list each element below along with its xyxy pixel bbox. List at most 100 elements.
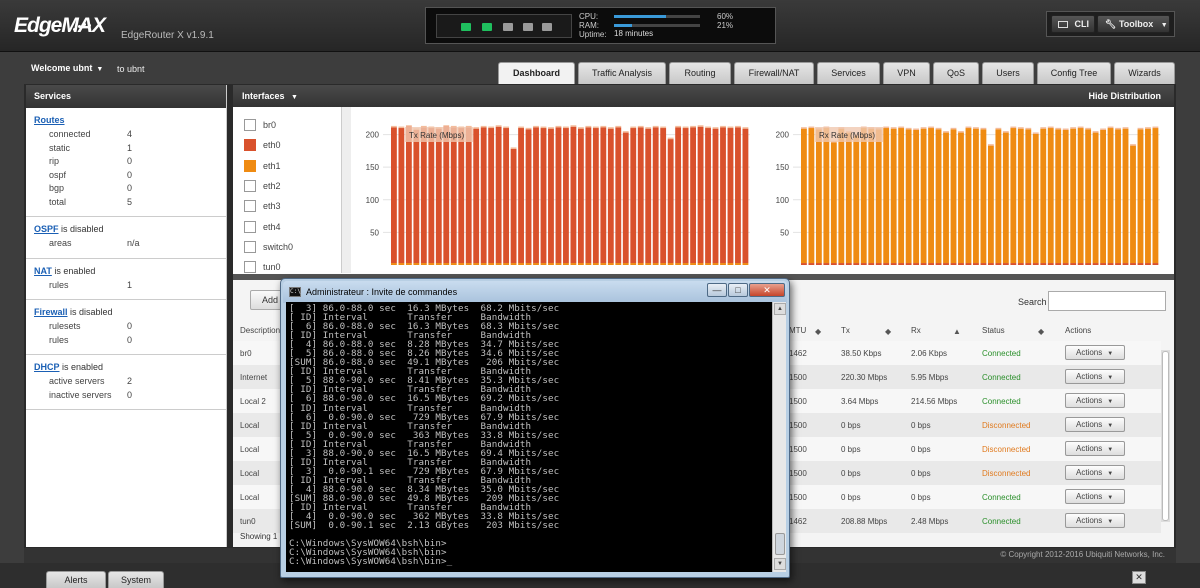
bar-eth1[interactable] [697, 263, 704, 265]
bar-eth0[interactable] [495, 126, 502, 264]
bar-eth0[interactable] [675, 127, 682, 264]
bar-eth0[interactable] [525, 129, 532, 264]
firewall-link[interactable]: Firewall [34, 307, 68, 317]
bar-eth0[interactable] [823, 263, 830, 265]
bar-eth1[interactable] [518, 263, 524, 265]
bar-eth0[interactable] [890, 263, 897, 265]
bar-eth1[interactable] [435, 263, 442, 265]
tab-dashboard[interactable]: Dashboard [498, 62, 575, 84]
bar-eth0[interactable] [727, 128, 734, 264]
bar-eth1[interactable] [1002, 132, 1009, 264]
bar-eth1[interactable] [1092, 132, 1099, 264]
legend-swatch[interactable] [244, 200, 256, 213]
bar-eth0[interactable] [510, 148, 517, 264]
bar-eth1[interactable] [943, 132, 949, 264]
legend-swatch[interactable] [244, 179, 256, 192]
bar-eth0[interactable] [1137, 263, 1144, 265]
maximize-icon[interactable]: □ [728, 283, 748, 297]
bar-eth1[interactable] [667, 263, 674, 265]
bar-eth0[interactable] [705, 128, 711, 264]
bar-eth1[interactable] [1085, 129, 1092, 264]
bar-eth1[interactable] [615, 263, 622, 265]
cmd-scrollbar[interactable]: ▲ ▼ [772, 302, 786, 572]
bar-eth1[interactable] [510, 263, 517, 265]
bar-eth0[interactable] [645, 128, 652, 264]
bar-eth1[interactable] [391, 263, 397, 265]
bar-eth1[interactable] [1100, 130, 1107, 264]
bar-eth0[interactable] [830, 263, 837, 265]
bar-eth1[interactable] [660, 263, 667, 265]
bar-eth0[interactable] [555, 127, 562, 264]
bar-eth0[interactable] [1040, 263, 1047, 265]
tab-routing[interactable]: Routing [669, 62, 731, 84]
bar-eth1[interactable] [742, 263, 749, 265]
bar-eth1[interactable] [1055, 129, 1062, 264]
bar-eth0[interactable] [488, 128, 495, 264]
actions-button[interactable]: Actions ▼ [1065, 489, 1125, 504]
bar-eth1[interactable] [495, 263, 502, 265]
bar-eth1[interactable] [987, 145, 994, 264]
tab-config-tree[interactable]: Config Tree [1037, 62, 1111, 84]
ospf-link[interactable]: OSPF [34, 224, 59, 234]
bar-eth0[interactable] [1032, 263, 1039, 265]
legend-swatch[interactable] [244, 139, 256, 152]
legend-swatch[interactable] [244, 220, 256, 233]
scroll-down-icon[interactable]: ▼ [774, 558, 786, 570]
actions-button[interactable]: Actions ▼ [1065, 369, 1125, 384]
actions-button[interactable]: Actions ▼ [1065, 393, 1125, 408]
welcome-menu[interactable]: Welcome ubnt ▼ [31, 63, 103, 73]
bar-eth0[interactable] [1085, 263, 1092, 265]
bar-eth0[interactable] [965, 263, 972, 265]
nat-link[interactable]: NAT [34, 266, 52, 276]
sort-icon[interactable]: ◆ [1038, 327, 1044, 336]
bar-eth0[interactable] [1122, 263, 1129, 265]
bar-eth0[interactable] [943, 263, 949, 265]
tab-users[interactable]: Users [982, 62, 1034, 84]
bar-eth1[interactable] [1017, 128, 1024, 264]
bar-eth0[interactable] [473, 128, 480, 264]
actions-button[interactable]: Actions ▼ [1065, 465, 1125, 480]
bar-eth0[interactable] [577, 128, 584, 264]
bar-eth0[interactable] [690, 127, 697, 264]
bar-eth1[interactable] [443, 263, 450, 265]
scrollbar-thumb[interactable] [775, 533, 785, 555]
bar-eth0[interactable] [697, 126, 704, 264]
bar-eth0[interactable] [533, 127, 539, 264]
port-status-icon[interactable] [542, 23, 552, 31]
bar-eth0[interactable] [1130, 263, 1136, 265]
bar-eth1[interactable] [645, 263, 652, 265]
bar-eth1[interactable] [875, 129, 882, 264]
scrollbar-thumb[interactable] [1162, 351, 1169, 521]
bar-eth1[interactable] [905, 129, 912, 264]
bar-eth1[interactable] [540, 263, 547, 265]
bar-eth0[interactable] [1025, 263, 1032, 265]
bar-eth0[interactable] [405, 126, 412, 264]
bar-eth1[interactable] [577, 263, 584, 265]
bar-eth1[interactable] [920, 128, 927, 264]
bar-eth0[interactable] [503, 128, 510, 264]
bar-eth0[interactable] [973, 263, 979, 265]
system-tab[interactable]: System [108, 571, 164, 588]
bar-eth0[interactable] [980, 263, 987, 265]
bar-eth0[interactable] [995, 263, 1002, 265]
interfaces-menu[interactable]: Interfaces ▼ [242, 85, 298, 109]
bar-eth1[interactable] [570, 263, 577, 265]
bar-eth0[interactable] [660, 128, 667, 264]
bar-eth0[interactable] [1100, 263, 1107, 265]
bar-eth1[interactable] [630, 263, 637, 265]
bar-eth0[interactable] [622, 132, 629, 264]
bar-eth0[interactable] [1055, 263, 1062, 265]
bar-eth0[interactable] [420, 127, 427, 264]
bar-eth1[interactable] [973, 128, 979, 264]
bar-eth1[interactable] [1115, 129, 1121, 264]
bar-eth0[interactable] [905, 263, 912, 265]
bar-eth1[interactable] [1107, 128, 1114, 264]
legend-swatch[interactable] [244, 240, 256, 253]
tab-wizards[interactable]: Wizards [1114, 62, 1175, 84]
actions-button[interactable]: Actions ▼ [1065, 441, 1125, 456]
bar-eth0[interactable] [735, 127, 741, 264]
tab-firewall-nat[interactable]: Firewall/NAT [734, 62, 814, 84]
tab-traffic-analysis[interactable]: Traffic Analysis [578, 62, 666, 84]
bar-eth1[interactable] [965, 128, 972, 264]
bar-eth0[interactable] [413, 130, 420, 264]
